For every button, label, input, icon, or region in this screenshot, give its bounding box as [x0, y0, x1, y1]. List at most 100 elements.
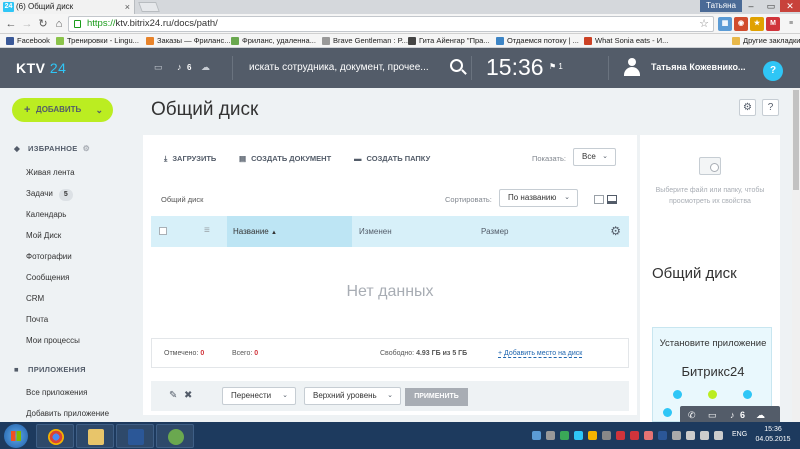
- tray-icon[interactable]: [560, 431, 569, 440]
- add-space-link[interactable]: + Добавить место на диск: [498, 350, 583, 358]
- breadcrumb[interactable]: Общий диск: [161, 195, 203, 204]
- tray-icon[interactable]: [588, 431, 597, 440]
- maximize-icon[interactable]: ▭: [762, 0, 780, 12]
- tab-close-icon[interactable]: ×: [125, 0, 130, 14]
- chat-icon[interactable]: ▭: [154, 62, 163, 73]
- tile-view-icon[interactable]: [594, 195, 604, 204]
- language-indicator[interactable]: ENG: [732, 431, 747, 438]
- tray-icon[interactable]: [630, 431, 639, 440]
- gear-icon[interactable]: ⚙: [83, 144, 90, 153]
- list-view-icon[interactable]: [607, 195, 617, 204]
- tray-icon[interactable]: [546, 431, 555, 440]
- minimize-icon[interactable]: –: [742, 0, 760, 12]
- tray-icon[interactable]: [658, 431, 667, 440]
- new-tab-button[interactable]: [138, 2, 160, 12]
- apps-heading[interactable]: ■ ПРИЛОЖЕНИЯ: [14, 365, 86, 374]
- close-window-icon[interactable]: ✕: [780, 0, 800, 12]
- settings-gear-icon[interactable]: ⚙: [739, 99, 756, 116]
- user-avatar-icon[interactable]: [624, 58, 640, 76]
- page-scrollbar[interactable]: [792, 88, 800, 422]
- favorites-heading[interactable]: ◆ ИЗБРАННОЕ ⚙: [14, 144, 90, 153]
- question-icon[interactable]: ?: [762, 99, 779, 116]
- column-size[interactable]: Размер: [481, 216, 509, 247]
- column-menu-icon[interactable]: ≡: [204, 225, 210, 236]
- help-button[interactable]: ?: [763, 61, 783, 81]
- tray-icon[interactable]: [644, 431, 653, 440]
- bookmark-item[interactable]: What Sonia eats - И...: [584, 34, 668, 48]
- system-clock[interactable]: 15:36 04.05.2015: [752, 425, 794, 445]
- tray-icon[interactable]: [602, 431, 611, 440]
- column-modified[interactable]: Изменен: [359, 216, 392, 247]
- bookmark-item[interactable]: Фриланс, удаленна...: [231, 34, 316, 48]
- bell-icon[interactable]: ♪: [177, 62, 182, 72]
- sidebar-item-photos[interactable]: Фотографии: [26, 252, 72, 261]
- edit-pencil-icon[interactable]: ✎: [169, 390, 177, 401]
- extension-icon[interactable]: ★: [750, 17, 764, 31]
- tray-icon[interactable]: [532, 431, 541, 440]
- network-icon[interactable]: [700, 431, 709, 440]
- grid-settings-gear-icon[interactable]: ⚙: [610, 224, 621, 238]
- column-name[interactable]: Название ▲: [227, 216, 352, 247]
- delete-x-icon[interactable]: ✖: [184, 390, 192, 401]
- user-name[interactable]: Татьяна Кожевнико...: [651, 62, 745, 72]
- bookmark-item[interactable]: Facebook: [6, 34, 50, 48]
- tray-icon[interactable]: [672, 431, 681, 440]
- battery-icon[interactable]: [714, 431, 723, 440]
- create-folder-button[interactable]: ▬ СОЗДАТЬ ПАПКУ: [354, 154, 430, 163]
- browser-tab[interactable]: 24 (6) Общий диск ×: [0, 0, 135, 14]
- sort-select[interactable]: По названию ⌄: [499, 189, 578, 207]
- header-clock[interactable]: 15:36: [486, 54, 544, 81]
- select-all-checkbox[interactable]: [159, 227, 167, 235]
- scroll-thumb[interactable]: [793, 90, 799, 190]
- bookmark-item[interactable]: Brave Gentleman : P...: [322, 34, 408, 48]
- extension-icon[interactable]: M: [766, 17, 780, 31]
- taskbar-explorer[interactable]: [76, 424, 114, 448]
- sidebar-item-processes[interactable]: Мои процессы: [26, 336, 80, 345]
- reload-icon[interactable]: ↻: [36, 17, 50, 31]
- phone-icon[interactable]: ✆: [688, 410, 696, 421]
- menu-icon[interactable]: ≡: [784, 17, 798, 31]
- sidebar-item-tasks[interactable]: Задачи 5: [26, 189, 73, 201]
- start-button[interactable]: [4, 424, 28, 448]
- portal-logo[interactable]: KTV 24: [16, 60, 66, 76]
- sidebar-item-crm[interactable]: CRM: [26, 294, 44, 303]
- sidebar-item-all-apps[interactable]: Все приложения: [26, 388, 87, 397]
- taskbar-app[interactable]: [156, 424, 194, 448]
- taskbar-chrome[interactable]: [36, 424, 74, 448]
- url-input[interactable]: https://ktv.bitrix24.ru/docs/path/ ☆: [68, 16, 714, 32]
- bookmark-item[interactable]: Тренировки - Lingu...: [56, 34, 139, 48]
- chat-icon[interactable]: ▭: [708, 410, 717, 421]
- bookmark-item[interactable]: Заказы — Фриланс...: [146, 34, 230, 48]
- bookmark-item[interactable]: Гита Айенгар "Пра...: [408, 34, 490, 48]
- back-icon[interactable]: ←: [4, 17, 18, 31]
- sidebar-item-my-drive[interactable]: Мой Диск: [26, 231, 61, 240]
- tray-icon[interactable]: [574, 431, 583, 440]
- extension-icon[interactable]: ◉: [734, 17, 748, 31]
- forward-icon[interactable]: →: [20, 17, 34, 31]
- speaker-icon[interactable]: [686, 431, 695, 440]
- apply-button[interactable]: ПРИМЕНИТЬ: [405, 388, 468, 406]
- sidebar-item-add-app[interactable]: Добавить приложение: [26, 409, 109, 418]
- cloud-icon[interactable]: ☁: [201, 62, 210, 73]
- cloud-icon[interactable]: ☁: [756, 410, 765, 421]
- move-select[interactable]: Перенести ⌄: [222, 387, 296, 405]
- show-filter-select[interactable]: Все ⌄: [573, 148, 616, 166]
- bell-icon[interactable]: ♪: [730, 410, 735, 420]
- level-select[interactable]: Верхний уровень ⌄: [304, 387, 401, 405]
- sidebar-item-calendar[interactable]: Календарь: [26, 210, 66, 219]
- search-icon[interactable]: [450, 59, 463, 72]
- create-document-button[interactable]: ▤ СОЗДАТЬ ДОКУМЕНТ: [239, 154, 331, 163]
- sidebar-item-feed[interactable]: Живая лента: [26, 168, 75, 177]
- add-button[interactable]: + ДОБАВИТЬ ⌄: [12, 98, 113, 122]
- tray-icon[interactable]: [616, 431, 625, 440]
- search-input[interactable]: искать сотрудника, документ, прочее...: [232, 56, 472, 80]
- home-icon[interactable]: ⌂: [52, 17, 66, 31]
- sidebar-item-mail[interactable]: Почта: [26, 315, 48, 324]
- extension-icon[interactable]: ▦: [718, 17, 732, 31]
- bookmark-star-icon[interactable]: ☆: [699, 17, 709, 31]
- other-bookmarks[interactable]: Другие закладки: [732, 34, 800, 48]
- browser-user-label[interactable]: Татьяна: [700, 0, 742, 12]
- taskbar-word[interactable]: [116, 424, 154, 448]
- bookmark-item[interactable]: Отдаемся потоку | ...: [496, 34, 579, 48]
- sidebar-item-messages[interactable]: Сообщения: [26, 273, 69, 282]
